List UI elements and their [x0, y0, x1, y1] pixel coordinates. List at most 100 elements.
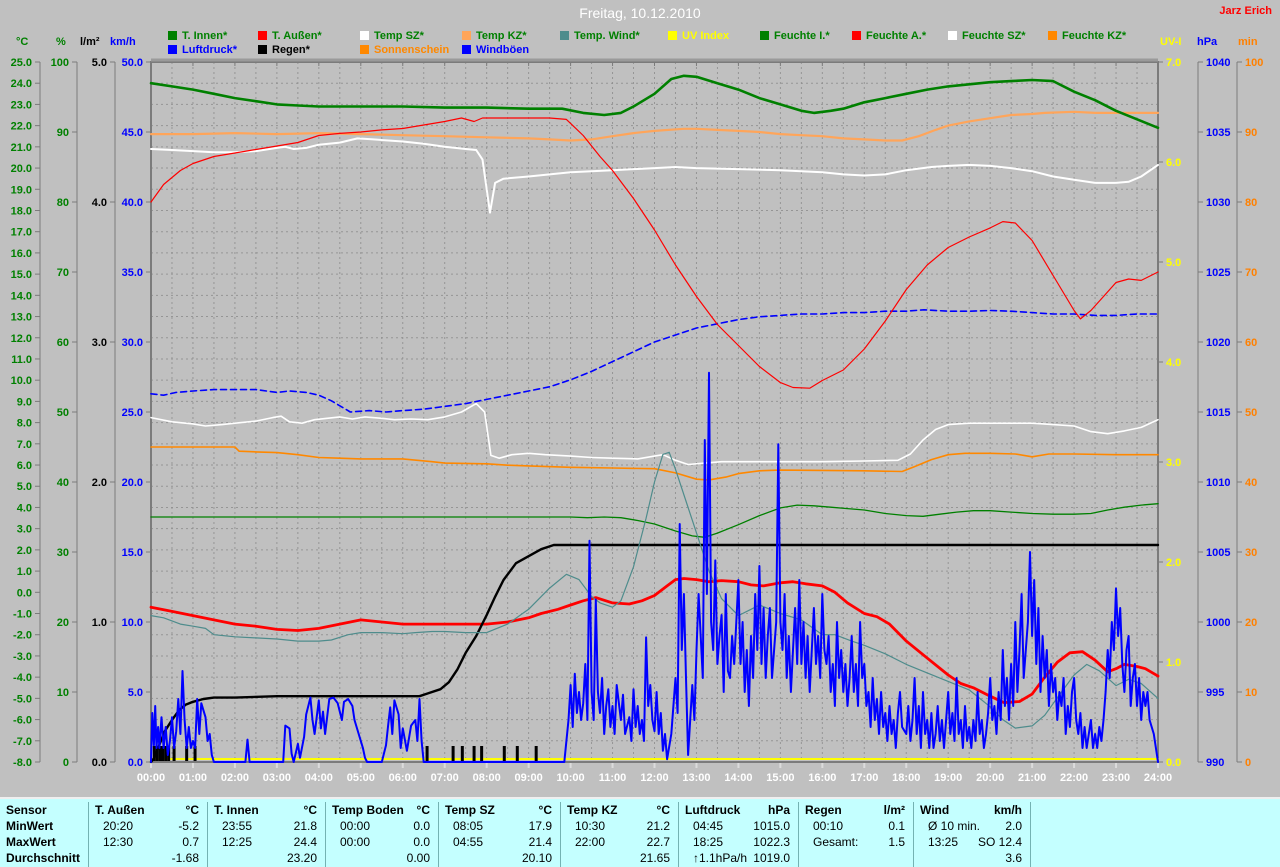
stats-avg-row: 21.65 — [567, 850, 670, 866]
axis-tick-label-uv: 1.0 — [1166, 657, 1181, 669]
axis-tick-label-temp_c: 13.0 — [11, 312, 32, 324]
stats-value: 0.1 — [888, 819, 905, 833]
stats-value: 2.0 — [1005, 819, 1022, 833]
x-tick-label: 03:00 — [263, 772, 291, 784]
stats-row-label: Durchschnitt — [6, 851, 81, 865]
x-tick-label: 19:00 — [934, 772, 962, 784]
axis-tick-label-wind: 20.0 — [122, 477, 143, 489]
stats-table: Sensor MinWert MaxWert Durchschnitt T. Außen… — [0, 797, 1280, 867]
x-tick-label: 04:00 — [305, 772, 333, 784]
axis-tick-label-wind: 35.0 — [122, 267, 143, 279]
stats-value: 20.10 — [521, 851, 552, 865]
stats-value: 0.0 — [413, 835, 430, 849]
stats-time: 00:00 — [340, 819, 371, 833]
axis-tick-label-temp_c: -1.0 — [13, 609, 32, 621]
axis-tick-label-percent: 10 — [57, 687, 69, 699]
axis-tick-label-temp_c: 23.0 — [11, 99, 32, 111]
stats-time: ↑1.1hPa/h — [693, 851, 748, 865]
axis-tick-label-temp_c: 12.0 — [11, 333, 32, 345]
stats-sensor-name: Temp KZ — [567, 803, 618, 817]
x-tick-label: 02:00 — [221, 772, 249, 784]
axis-tick-label-hpa: 1010 — [1206, 477, 1230, 489]
stats-value: 21.65 — [639, 851, 670, 865]
axis-tick-label-wind: 30.0 — [122, 337, 143, 349]
x-tick-label: 08:00 — [473, 772, 501, 784]
axis-tick-label-temp_c: -7.0 — [13, 736, 32, 748]
stats-time: 10:30 — [575, 819, 606, 833]
stats-sensor-name: Regen — [805, 803, 842, 817]
axis-tick-label-sun_min: 90 — [1245, 127, 1257, 139]
stats-header-row: Temp KZ °C — [567, 802, 670, 818]
stats-sensor-unit: °C — [656, 803, 670, 817]
weather-chart: 25.0 24.0 23.0 22.0 21.0 20.0 19.0 18.0 17.0 16.0… — [11, 57, 1264, 784]
stats-row-label: MaxWert — [6, 835, 56, 849]
stats-sensor-unit: °C — [416, 803, 430, 817]
axis-tick-label-sun_min: 20 — [1245, 617, 1257, 629]
stats-header-row: Luftdruck hPa — [685, 802, 790, 818]
axis-tick-label-wind: 15.0 — [122, 547, 143, 559]
series-temp_kz — [149, 110, 1160, 142]
stats-time: 23:55 — [222, 819, 253, 833]
x-tick-label: 01:00 — [179, 772, 207, 784]
stats-filler — [1030, 802, 1280, 867]
axis-tick-label-uv: 5.0 — [1166, 257, 1181, 269]
stats-time: 00:10 — [813, 819, 844, 833]
stats-sensor-name: Temp Boden — [332, 803, 404, 817]
stats-value: 1019.0 — [753, 851, 790, 865]
stats-col-luftdruck: Luftdruck hPa 04:45 1015.0 18:25 1022.3 ↑1.1hP… — [678, 802, 798, 867]
stats-min-row: 20:20 -5.2 — [95, 818, 199, 834]
axis-tick-label-rain: 1.0 — [92, 617, 107, 629]
stats-sensor-name: Luftdruck — [685, 803, 741, 817]
stats-avg-row: 23.20 — [214, 850, 317, 866]
axis-tick-label-sun_min: 0 — [1245, 757, 1251, 769]
x-tick-label: 06:00 — [389, 772, 417, 784]
stats-avg-row: Gesamt: 1.5 — [805, 834, 905, 850]
stats-col-temp-kz: Temp KZ °C 10:30 21.2 22:00 22.7 21.65 — [560, 802, 678, 867]
series-luftdruck — [150, 308, 1159, 413]
stats-col-t-innen: T. Innen °C 23:55 21.8 12:25 24.4 23.20 — [207, 802, 325, 867]
axis-tick-label-temp_c: -3.0 — [13, 651, 32, 663]
axis-tick-label-temp_c: 19.0 — [11, 184, 32, 196]
stats-header-row: Temp Boden °C — [332, 802, 430, 818]
stats-value: 21.4 — [528, 835, 552, 849]
axis-tick-label-temp_c: 17.0 — [11, 227, 32, 239]
stats-sensor-unit: °C — [538, 803, 552, 817]
axis-tick-label-sun_min: 10 — [1245, 687, 1257, 699]
axis-tick-label-temp_c: -4.0 — [13, 672, 32, 684]
stats-value: 22.7 — [646, 835, 670, 849]
stats-value: 1015.0 — [753, 819, 790, 833]
axis-tick-label-hpa: 1020 — [1206, 337, 1230, 349]
axis-tick-label-percent: 0 — [63, 757, 69, 769]
axis-tick-label-hpa: 995 — [1206, 687, 1224, 699]
axis-tick-label-sun_min: 30 — [1245, 547, 1257, 559]
stats-time: 04:45 — [693, 819, 724, 833]
axis-tick-label-percent: 40 — [57, 477, 69, 489]
axis-tick-label-wind: 0.0 — [128, 757, 143, 769]
axis-tick-label-temp_c: 1.0 — [17, 566, 32, 578]
stats-value: 21.2 — [646, 819, 670, 833]
stats-value: 1022.3 — [753, 835, 790, 849]
stats-header-row: Temp SZ °C — [445, 802, 552, 818]
stats-value: 17.9 — [528, 819, 552, 833]
axis-tick-label-temp_c: -6.0 — [13, 715, 32, 727]
axis-tick-label-temp_c: 24.0 — [11, 78, 32, 90]
stats-sensor-unit: l/m² — [883, 803, 905, 817]
stats-time: Gesamt: — [813, 835, 859, 849]
series-temp_sz — [150, 137, 1159, 214]
axis-tick-label-rain: 5.0 — [92, 57, 107, 69]
x-tick-label: 16:00 — [808, 772, 836, 784]
stats-col-regen: Regen l/m² 00:10 0.1 Gesamt: 1.5 — [798, 802, 913, 867]
axis-tick-label-hpa: 990 — [1206, 757, 1224, 769]
axis-tick-label-rain: 0.0 — [92, 757, 107, 769]
axis-tick-label-wind: 45.0 — [122, 127, 143, 139]
stats-sensor-unit: hPa — [767, 803, 790, 817]
stats-time: 20:20 — [103, 819, 134, 833]
stats-sensor-unit: km/h — [993, 803, 1022, 817]
stats-row-label: Sensor — [6, 803, 47, 817]
stats-value: -5.2 — [178, 819, 199, 833]
stats-time: 13:25 — [928, 835, 959, 849]
axis-tick-label-sun_min: 80 — [1245, 197, 1257, 209]
stats-sensor-unit: °C — [185, 803, 199, 817]
stats-min-row: 10:30 21.2 — [567, 818, 670, 834]
axis-tick-label-wind: 25.0 — [122, 407, 143, 419]
